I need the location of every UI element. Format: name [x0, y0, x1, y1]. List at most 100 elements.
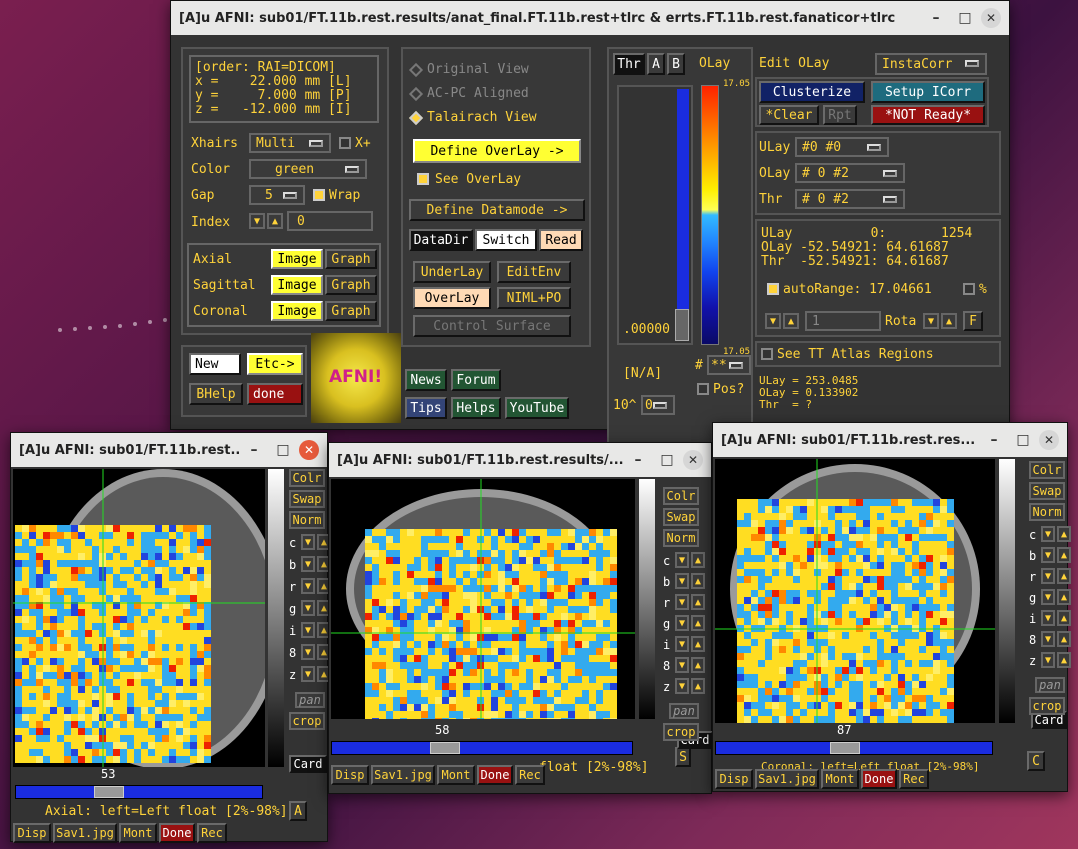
- read-button[interactable]: Read: [539, 229, 583, 251]
- instacorr-menu[interactable]: InstaCorr: [875, 53, 987, 75]
- close-icon[interactable]: ✕: [683, 450, 703, 470]
- view-acpc[interactable]: AC-PC Aligned: [427, 87, 529, 101]
- sagittal-row-up-arrow[interactable]: ▲: [691, 573, 705, 589]
- coronal-row-down-arrow[interactable]: ▼: [1041, 610, 1055, 626]
- sagittal-image[interactable]: [331, 479, 635, 719]
- not-ready-button[interactable]: *NOT Ready*: [871, 105, 985, 125]
- overlay-colorbar[interactable]: [701, 85, 719, 345]
- axial-crop-button[interactable]: crop: [289, 712, 325, 730]
- sagittal-pan-button[interactable]: pan: [669, 703, 699, 719]
- coronal-row-down-arrow[interactable]: ▼: [1041, 547, 1055, 563]
- axial-row-down-arrow[interactable]: ▼: [301, 556, 315, 572]
- axial-mont-button[interactable]: Mont: [119, 823, 157, 843]
- xplus-checkbox[interactable]: [339, 137, 351, 149]
- coronal-row-down-arrow[interactable]: ▼: [1041, 631, 1055, 647]
- coronal-pan-button[interactable]: pan: [1035, 677, 1065, 693]
- coronal-row-down-arrow[interactable]: ▼: [1041, 568, 1055, 584]
- sagittal-slider-thumb[interactable]: [430, 742, 460, 754]
- thr-row-menu[interactable]: # 0 #2: [795, 189, 905, 209]
- coronal-graph-button[interactable]: Graph: [325, 301, 377, 321]
- rota-up-arrow[interactable]: ▲: [941, 313, 957, 329]
- threshold-slider-track[interactable]: .00000: [617, 85, 693, 345]
- close-icon[interactable]: ✕: [299, 440, 319, 460]
- sagittal-colr-button[interactable]: Colr: [663, 487, 699, 505]
- coronal-row-up-arrow[interactable]: ▲: [1057, 610, 1071, 626]
- sagittal-mont-button[interactable]: Mont: [437, 765, 475, 785]
- done-button[interactable]: done: [247, 383, 303, 405]
- sagittal-swap-button[interactable]: Swap: [663, 508, 699, 526]
- axial-graph-button[interactable]: Graph: [325, 249, 377, 269]
- coronal-done-button[interactable]: Done: [861, 769, 897, 789]
- sagittal-disp-button[interactable]: Disp: [331, 765, 369, 785]
- threshold-slider-thumb[interactable]: [675, 309, 689, 341]
- thr-tab[interactable]: Thr: [613, 53, 645, 75]
- sagittal-sav1jpg-button[interactable]: Sav1.jpg: [371, 765, 435, 785]
- coronal-disp-button[interactable]: Disp: [715, 769, 753, 789]
- axial-row-down-arrow[interactable]: ▼: [301, 666, 315, 682]
- sagittal-image-button[interactable]: Image: [271, 275, 323, 295]
- see-tt-checkbox[interactable]: [761, 348, 773, 360]
- wrap-checkbox[interactable]: [313, 189, 325, 201]
- thr-b-button[interactable]: B: [667, 53, 685, 75]
- nimlpo-button[interactable]: NIML+PO: [497, 287, 571, 309]
- define-overlay-button[interactable]: Define OverLay ->: [413, 139, 581, 163]
- overlay-button[interactable]: OverLay: [413, 287, 491, 309]
- sagittal-row-down-arrow[interactable]: ▼: [675, 573, 689, 589]
- sagittal-row-down-arrow[interactable]: ▼: [675, 678, 689, 694]
- view-original[interactable]: Original View: [427, 63, 529, 77]
- f-button[interactable]: F: [963, 311, 983, 331]
- sagittal-row-up-arrow[interactable]: ▲: [691, 657, 705, 673]
- axial-image-button[interactable]: Image: [271, 249, 323, 269]
- close-icon[interactable]: ✕: [981, 8, 1001, 28]
- axial-colr-button[interactable]: Colr: [289, 469, 325, 487]
- minimize-icon[interactable]: –: [625, 447, 651, 473]
- control-surface-button[interactable]: Control Surface: [413, 315, 571, 337]
- index-up-arrow[interactable]: ▲: [267, 213, 283, 229]
- sagittal-row-down-arrow[interactable]: ▼: [675, 657, 689, 673]
- ulay-row-menu[interactable]: #0 #0: [795, 137, 889, 157]
- tips-button[interactable]: Tips: [405, 397, 447, 419]
- coronal-swap-button[interactable]: Swap: [1029, 482, 1065, 500]
- coronal-mont-button[interactable]: Mont: [821, 769, 859, 789]
- coronal-row-up-arrow[interactable]: ▲: [1057, 631, 1071, 647]
- coronal-row-up-arrow[interactable]: ▲: [1057, 568, 1071, 584]
- axial-a-button[interactable]: A: [289, 801, 307, 821]
- sagittal-graph-button[interactable]: Graph: [325, 275, 377, 295]
- coronal-sav1jpg-button[interactable]: Sav1.jpg: [755, 769, 819, 789]
- gap-menu[interactable]: 5: [249, 185, 305, 205]
- axial-row-down-arrow[interactable]: ▼: [301, 600, 315, 616]
- sagittal-row-down-arrow[interactable]: ▼: [675, 636, 689, 652]
- axial-swap-button[interactable]: Swap: [289, 490, 325, 508]
- new-button[interactable]: New: [189, 353, 241, 375]
- axial-card-button[interactable]: Card: [289, 755, 327, 773]
- sagittal-rec-button[interactable]: Rec: [515, 765, 545, 785]
- news-button[interactable]: News: [405, 369, 447, 391]
- range-up-arrow[interactable]: ▲: [783, 313, 799, 329]
- axial-slider-thumb[interactable]: [94, 786, 124, 798]
- olay-row-menu[interactable]: # 0 #2: [795, 163, 905, 183]
- minimize-icon[interactable]: –: [923, 5, 949, 31]
- afni-logo[interactable]: AFNI!: [311, 333, 401, 423]
- close-icon[interactable]: ✕: [1039, 430, 1059, 450]
- axial-row-down-arrow[interactable]: ▼: [301, 534, 315, 550]
- youtube-button[interactable]: YouTube: [505, 397, 569, 419]
- coronal-row-up-arrow[interactable]: ▲: [1057, 652, 1071, 668]
- rpt-button[interactable]: Rpt: [823, 105, 857, 125]
- coronal-image-button[interactable]: Image: [271, 301, 323, 321]
- index-down-arrow[interactable]: ▼: [249, 213, 265, 229]
- axial-image[interactable]: [13, 469, 265, 767]
- coronal-row-up-arrow[interactable]: ▲: [1057, 547, 1071, 563]
- helps-button[interactable]: Helps: [451, 397, 501, 419]
- axial-slice-slider[interactable]: [15, 785, 263, 799]
- bhelp-button[interactable]: BHelp: [189, 383, 243, 405]
- define-datamode-button[interactable]: Define Datamode ->: [409, 199, 585, 221]
- setup-icorr-button[interactable]: Setup ICorr: [871, 81, 985, 103]
- coronal-c-button[interactable]: C: [1027, 751, 1045, 771]
- sagittal-s-button[interactable]: S: [675, 747, 691, 767]
- coronal-row-down-arrow[interactable]: ▼: [1041, 652, 1055, 668]
- clear-button[interactable]: *Clear: [759, 105, 819, 125]
- pos-checkbox[interactable]: [697, 383, 709, 395]
- pct-checkbox[interactable]: [963, 283, 975, 295]
- see-overlay-checkbox[interactable]: [417, 173, 429, 185]
- axial-row-down-arrow[interactable]: ▼: [301, 578, 315, 594]
